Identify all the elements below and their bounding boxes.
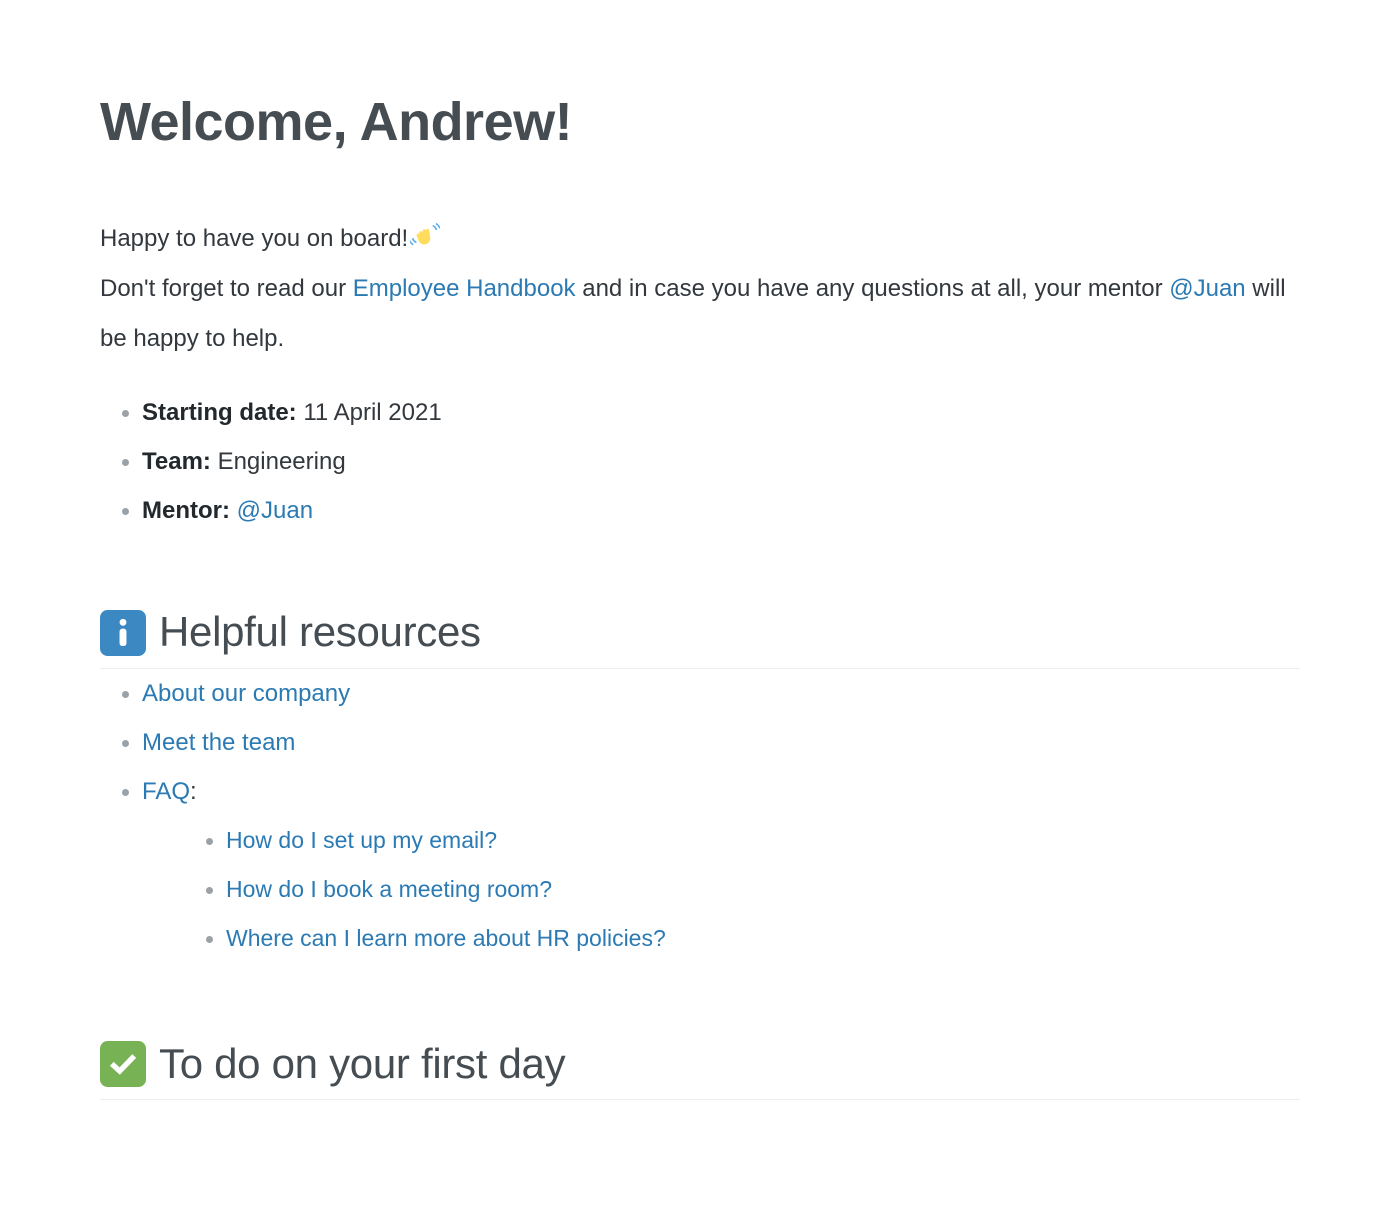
helpful-resources-list: About our company Meet the team FAQ: How… xyxy=(100,669,1300,963)
list-item: How do I book a meeting room? xyxy=(184,865,1300,914)
list-item: Team: Engineering xyxy=(100,437,1300,486)
section-heading-to-do-first-day: To do on your first day xyxy=(100,1039,1300,1100)
page-title: Welcome, Andrew! xyxy=(100,92,573,152)
intro-line-1: Happy to have you on board! xyxy=(100,214,1290,264)
section-helpful-resources: Helpful resources About our company Meet… xyxy=(100,609,1300,962)
list-item: Mentor: @Juan xyxy=(100,486,1300,535)
faq-link-hr-policies[interactable]: Where can I learn more about HR policies… xyxy=(226,925,666,951)
resource-link-about-our-company[interactable]: About our company xyxy=(142,680,350,707)
employee-handbook-link[interactable]: Employee Handbook xyxy=(353,275,576,302)
faq-link-book-meeting-room[interactable]: How do I book a meeting room? xyxy=(226,876,552,902)
detail-label-starting-date: Starting date: xyxy=(142,399,297,427)
detail-label-team: Team: xyxy=(142,448,211,476)
detail-label-mentor: Mentor: xyxy=(142,497,230,525)
list-item: How do I set up my email? xyxy=(184,816,1300,865)
document-page: Welcome, Andrew! Happy to have you on bo… xyxy=(0,0,1400,1100)
faq-sub-list: How do I set up my email? How do I book … xyxy=(184,816,1300,963)
detail-value-starting-date: 11 April 2021 xyxy=(303,399,442,427)
intro-line-1-text: Happy to have you on board! xyxy=(100,225,409,253)
faq-colon: : xyxy=(190,777,197,805)
section-heading-helpful-resources: Helpful resources xyxy=(100,608,1300,669)
mentor-mention-link[interactable]: @Juan xyxy=(1169,275,1245,302)
intro-paragraph: Happy to have you on board! Don't forget… xyxy=(100,214,1290,364)
list-item: Where can I learn more about HR policies… xyxy=(184,914,1300,963)
list-item: Starting date: 11 April 2021 xyxy=(100,388,1300,437)
detail-value-team: Engineering xyxy=(217,448,346,476)
waving-hand-icon xyxy=(410,221,441,251)
list-item: About our company xyxy=(100,669,1300,718)
white-check-mark-icon xyxy=(100,1040,146,1087)
list-item: Meet the team xyxy=(100,718,1300,767)
faq-link-set-up-email[interactable]: How do I set up my email? xyxy=(226,827,497,853)
section-to-do-first-day: To do on your first day xyxy=(100,1039,1300,1100)
onboarding-details-list: Starting date: 11 April 2021 Team: Engin… xyxy=(100,388,1300,535)
resource-link-meet-the-team[interactable]: Meet the team xyxy=(142,729,295,756)
intro-line-2: Don't forget to read our Employee Handbo… xyxy=(100,264,1290,364)
resource-link-faq[interactable]: FAQ xyxy=(142,778,190,805)
list-item: FAQ: How do I set up my email? How do I … xyxy=(100,767,1300,963)
section-title-text: Helpful resources xyxy=(159,608,481,656)
intro-text-after-handbook: and in case you have any questions at al… xyxy=(575,275,1170,303)
detail-value-mentor-link[interactable]: @Juan xyxy=(237,497,313,524)
section-title-text: To do on your first day xyxy=(159,1039,566,1087)
information-source-icon xyxy=(100,609,146,656)
intro-text-before-handbook: Don't forget to read our xyxy=(100,275,353,303)
